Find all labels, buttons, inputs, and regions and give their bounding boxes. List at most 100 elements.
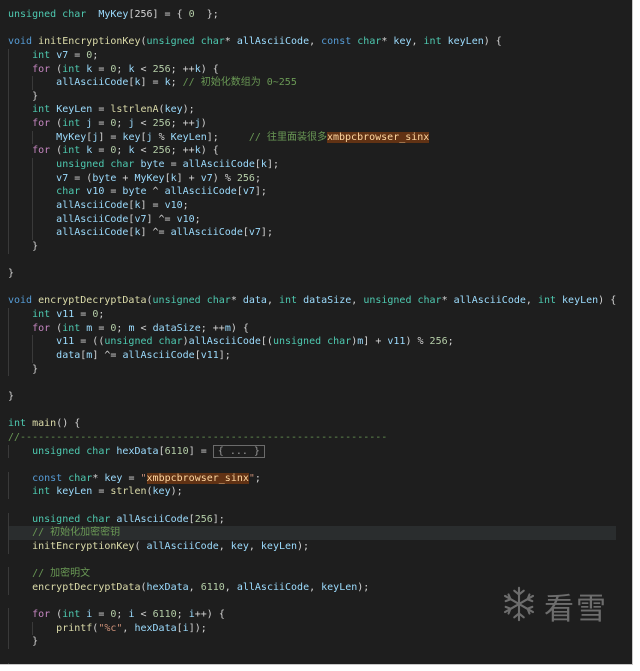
code-token: MyKey bbox=[56, 131, 87, 143]
code-line[interactable]: MyKey[j] = key[j % KeyLen]; // 往里面装很多xmb… bbox=[8, 130, 616, 145]
code-line[interactable]: unsigned char allAsciiCode[256]; bbox=[8, 512, 616, 527]
code-line[interactable]: } bbox=[8, 390, 616, 404]
code-line[interactable]: allAsciiCode[k] = v10; bbox=[8, 198, 616, 213]
code-line[interactable]: } bbox=[8, 239, 616, 254]
code-token: ] = bbox=[188, 445, 213, 457]
code-token: ( bbox=[134, 540, 147, 552]
code-token: ; bbox=[116, 145, 129, 157]
code-line[interactable]: for (int j = 0; j < 256; ++j) bbox=[8, 117, 616, 131]
code-line[interactable] bbox=[8, 376, 616, 390]
code-token: char bbox=[68, 472, 93, 484]
code-line[interactable]: allAsciiCode[v7] ^= v10; bbox=[8, 212, 616, 227]
code-token: = bbox=[68, 49, 87, 61]
code-line[interactable]: char v10 = byte ^ allAsciiCode[v7]; bbox=[8, 185, 616, 199]
code-token: } bbox=[8, 390, 15, 402]
code-token: ]; bbox=[260, 227, 273, 239]
code-token: = bbox=[92, 104, 111, 116]
code-line[interactable]: unsigned char byte = allAsciiCode[k]; bbox=[8, 158, 616, 172]
code-line[interactable]: } bbox=[8, 362, 616, 377]
code-token: , bbox=[122, 622, 135, 634]
indent-guide bbox=[8, 621, 9, 636]
code-line[interactable]: for (int k = 0; k < 256; ++k) { bbox=[8, 62, 616, 77]
code-line[interactable]: // 加密明文 bbox=[8, 567, 616, 581]
code-token: ] ^= bbox=[92, 350, 123, 362]
code-token: + bbox=[116, 172, 135, 184]
code-token: ]); bbox=[188, 622, 207, 634]
code-token: ( bbox=[50, 322, 63, 334]
code-token: ( bbox=[50, 63, 63, 75]
code-line[interactable] bbox=[8, 404, 616, 418]
code-line[interactable]: } bbox=[8, 635, 616, 650]
code-token: * bbox=[92, 472, 105, 484]
code-token: KeyLen bbox=[170, 131, 207, 143]
code-token: hexData bbox=[146, 581, 189, 593]
code-editor[interactable]: unsigned char MyKey[256] = { 0 }; void i… bbox=[0, 0, 633, 665]
indent-guide bbox=[8, 444, 9, 459]
code-line[interactable]: //--------------------------------------… bbox=[8, 431, 616, 445]
indent-guide bbox=[8, 349, 9, 363]
code-line[interactable]: allAsciiCode[k] = k; // 初始化数组为 0~255 bbox=[8, 76, 616, 90]
code-line[interactable] bbox=[8, 649, 616, 663]
indent-guide bbox=[8, 539, 9, 554]
code-line[interactable]: int main() { bbox=[8, 417, 616, 431]
code-line[interactable]: v11 = ((unsigned char)allAsciiCode[(unsi… bbox=[8, 335, 616, 350]
code-line[interactable] bbox=[8, 458, 616, 472]
code-token: unsigned char bbox=[32, 513, 111, 525]
code-line[interactable]: const char* key = "xmbpcbrowser_sinx"; bbox=[8, 471, 616, 486]
code-line[interactable]: for (int k = 0; k < 256; ++k) { bbox=[8, 144, 616, 159]
code-line[interactable]: v7 = (byte + MyKey[k] + v7) % 256; bbox=[8, 171, 616, 186]
code-line[interactable]: unsigned char hexData[6110] = { ... } bbox=[8, 444, 616, 459]
code-line[interactable] bbox=[8, 22, 616, 36]
code-token: key bbox=[230, 540, 249, 552]
indent-guide bbox=[8, 130, 9, 145]
code-line[interactable]: data[m] ^= allAsciiCode[v11]; bbox=[8, 349, 616, 363]
code-token: ] + bbox=[176, 172, 201, 184]
code-token: unsigned char bbox=[32, 445, 111, 457]
code-line[interactable]: int KeyLen = lstrlenA(key); bbox=[8, 103, 616, 118]
code-line[interactable]: return 0; bbox=[8, 662, 616, 665]
code-token: , bbox=[266, 295, 279, 307]
code-line[interactable] bbox=[8, 281, 616, 295]
code-area[interactable]: unsigned char MyKey[256] = { 0 }; void i… bbox=[8, 8, 617, 665]
code-token: ; bbox=[116, 609, 129, 621]
code-token: ; bbox=[80, 664, 86, 665]
code-token: , bbox=[411, 36, 424, 48]
code-token: initEncryptionKey bbox=[32, 540, 135, 552]
code-line[interactable]: void initEncryptionKey(unsigned char* al… bbox=[8, 35, 616, 49]
code-line[interactable]: unsigned char MyKey[256] = { 0 }; bbox=[8, 8, 616, 22]
code-token: int bbox=[32, 104, 51, 116]
code-line[interactable]: } bbox=[8, 267, 616, 281]
code-line[interactable]: int v7 = 0; bbox=[8, 48, 616, 63]
code-line[interactable] bbox=[8, 254, 616, 268]
code-token: KeyLen bbox=[56, 104, 93, 116]
code-token: char bbox=[56, 186, 81, 198]
code-token: () { bbox=[56, 418, 81, 430]
code-token: = bbox=[92, 486, 111, 498]
fold-placeholder[interactable]: { ... } bbox=[212, 444, 265, 458]
code-token: unsigned char bbox=[152, 295, 231, 307]
code-line[interactable]: void encryptDecryptData(unsigned char* d… bbox=[8, 294, 616, 308]
code-line[interactable]: } bbox=[8, 89, 616, 104]
watermark-text: 看雪 bbox=[544, 592, 608, 627]
indent-guide bbox=[32, 226, 34, 240]
code-token: , bbox=[218, 540, 231, 552]
code-token: , bbox=[224, 581, 237, 593]
code-line[interactable]: allAsciiCode[k] ^= allAsciiCode[v7]; bbox=[8, 226, 616, 240]
code-token: = bbox=[92, 63, 111, 75]
code-line[interactable]: int keyLen = strlen(key); bbox=[8, 485, 616, 500]
code-token: // 往里面装很多 bbox=[248, 131, 327, 143]
code-line[interactable]: for (int m = 0; m < dataSize; ++m) { bbox=[8, 321, 616, 336]
watermark: 看雪 bbox=[500, 584, 608, 628]
code-line[interactable]: initEncryptionKey( allAsciiCode, key, ke… bbox=[8, 539, 616, 554]
code-token: ; bbox=[116, 118, 129, 130]
indent-guide bbox=[32, 621, 34, 636]
code-token: 6110 bbox=[164, 445, 189, 457]
code-line[interactable] bbox=[8, 499, 616, 513]
code-line[interactable]: // 初始化加密密钥 bbox=[8, 526, 617, 540]
code-line[interactable] bbox=[8, 554, 616, 568]
code-line[interactable]: int v11 = 0; bbox=[8, 308, 616, 322]
code-token: // 加密明文 bbox=[32, 568, 91, 580]
